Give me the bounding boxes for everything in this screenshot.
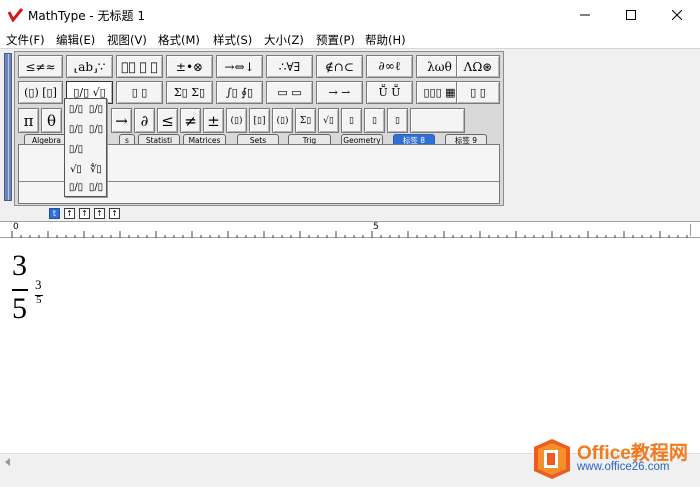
subscript-button[interactable]: ▯ — [364, 108, 385, 133]
small-fraction-item[interactable]: ▯/▯ — [87, 101, 105, 118]
labeled-arrows-palette-button[interactable]: → ⇀ — [316, 81, 363, 104]
menu-style[interactable]: 样式(S) — [213, 32, 252, 48]
fraction-bar — [12, 289, 28, 291]
boxes-palette-button[interactable]: ▯ ▯ — [456, 81, 500, 104]
empty-slot — [410, 108, 465, 133]
ruler[interactable]: 0 5 — [0, 221, 700, 238]
parens-button[interactable]: (▯) — [226, 108, 247, 133]
scroll-left-icon[interactable] — [4, 458, 12, 466]
fences-palette-button[interactable]: (▯) [▯] — [18, 81, 63, 104]
minimize-icon — [580, 14, 590, 16]
size-up-button-4[interactable]: ↑ — [109, 208, 120, 219]
greek-upper-palette-button[interactable]: ΛΩ⊛ — [456, 55, 500, 78]
neq-button[interactable]: ≠ — [180, 108, 201, 133]
partial-button[interactable]: ∂ — [134, 108, 155, 133]
menu-file[interactable]: 文件(F) — [6, 32, 45, 48]
maximize-icon — [626, 10, 636, 20]
arrows-palette-button[interactable]: →⇔↓ — [216, 55, 263, 78]
window-title: MathType - 无标题 1 — [28, 9, 145, 23]
size-up-button-1[interactable]: ↑ — [64, 208, 75, 219]
menu-format[interactable]: 格式(M) — [158, 32, 200, 48]
size-bar: t ↑ ↑ ↑ ↑ — [0, 208, 700, 221]
small-slash-fraction-item[interactable]: ▯/▯ — [87, 121, 105, 138]
embellishments-palette-button[interactable]: ⸱⃗ ⃗ ⃗ — [116, 55, 163, 78]
leq-button[interactable]: ≤ — [157, 108, 178, 133]
size-text-button[interactable]: t — [49, 208, 60, 219]
fraction-denominator: 5 — [12, 292, 27, 325]
size-up-button-3[interactable]: ↑ — [94, 208, 105, 219]
mathtype-logo-icon — [8, 8, 24, 22]
watermark: Office教程网 www.office26.com — [533, 437, 698, 481]
relations-palette-button[interactable]: ≤≠≈ — [18, 55, 63, 78]
menu-size[interactable]: 大小(Z) — [264, 32, 304, 48]
title-bar: MathType - 无标题 1 — [0, 0, 700, 30]
misc-palette-button[interactable]: ∂∞ℓ — [366, 55, 413, 78]
long-division-alt-item[interactable]: ▯/▯ — [87, 179, 105, 196]
brackets-button[interactable]: [▯] — [249, 108, 270, 133]
square-root-item[interactable]: √▯ — [67, 161, 85, 178]
integrals-palette-button[interactable]: ∫▯ ∮▯ — [216, 81, 263, 104]
arrow-right-button[interactable]: → — [111, 108, 132, 133]
minimize-button[interactable] — [562, 0, 608, 30]
paren-frac-button[interactable]: (▯) — [272, 108, 293, 133]
close-icon — [672, 10, 682, 20]
operators-palette-button[interactable]: ±•⊗ — [166, 55, 213, 78]
menu-edit[interactable]: 编辑(E) — [56, 32, 95, 48]
superscript-button[interactable]: ▯ — [341, 108, 362, 133]
fraction-numerator: 3 — [12, 249, 27, 282]
sqrt-button[interactable]: √▯ — [318, 108, 339, 133]
nth-root-item[interactable]: ∜▯ — [87, 161, 105, 178]
menu-preferences[interactable]: 预置(P) — [316, 32, 355, 48]
pi-button[interactable]: π — [18, 108, 39, 133]
equation-editor[interactable]: 3 5 3 5 — [0, 239, 700, 453]
summation-palette-button[interactable]: Σ▯ Σ▯ — [166, 81, 213, 104]
menu-help[interactable]: 帮助(H) — [365, 32, 406, 48]
close-button[interactable] — [654, 0, 700, 30]
bars-palette-button[interactable]: ▭ ▭ — [266, 81, 313, 104]
toolbar-grip[interactable] — [4, 53, 12, 201]
horizontal-fraction-item[interactable]: ▯/▯ — [67, 141, 85, 158]
subsup-button[interactable]: ▯ — [387, 108, 408, 133]
products-palette-button[interactable]: Ṻ Ṻ — [366, 81, 413, 104]
ruler-ticks — [11, 231, 688, 238]
small-fraction-numerator: 3 — [35, 277, 42, 292]
ruler-end — [690, 224, 700, 236]
small-fraction-denominator: 5 — [36, 294, 42, 306]
maximize-button[interactable] — [608, 0, 654, 30]
fractions-dropdown: ▯/▯ ▯/▯ ▯/▯ ▯/▯ ▯/▯ √▯ ∜▯ ▯/▯ ▯/▯ — [64, 98, 107, 197]
full-fraction-item[interactable]: ▯/▯ — [67, 101, 85, 118]
watermark-url: www.office26.com — [577, 461, 670, 473]
slash-fraction-item[interactable]: ▯/▯ — [67, 121, 85, 138]
subscripts-palette-button[interactable]: ▯ ▯ — [116, 81, 163, 104]
equation: 3 5 3 5 — [10, 249, 50, 329]
menu-bar: 文件(F) 编辑(E) 视图(V) 格式(M) 样式(S) 大小(Z) 预置(P… — [0, 30, 700, 48]
size-up-button-2[interactable]: ↑ — [79, 208, 90, 219]
sets-palette-button[interactable]: ∉∩⊂ — [316, 55, 363, 78]
sum-button[interactable]: Σ▯ — [295, 108, 316, 133]
plusminus-button[interactable]: ± — [203, 108, 224, 133]
menu-view[interactable]: 视图(V) — [107, 32, 147, 48]
theta-button[interactable]: θ — [41, 108, 62, 133]
spaces-palette-button[interactable]: ⸤ab⸥∵ — [66, 55, 113, 78]
logic-palette-button[interactable]: ∴∀∃ — [266, 55, 313, 78]
office-logo-icon — [534, 439, 570, 479]
long-division-item[interactable]: ▯/▯ — [67, 179, 85, 196]
toolbar-blank-area — [504, 51, 698, 206]
